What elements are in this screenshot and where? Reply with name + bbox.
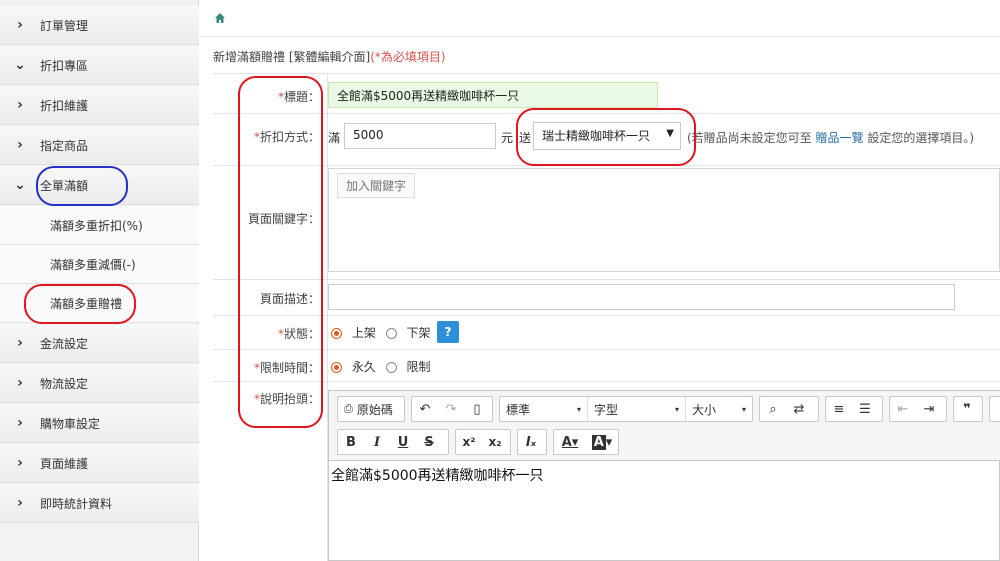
- style-group: B I U S: [337, 429, 449, 455]
- sidebar-subitem-multi-discount[interactable]: 滿額多重折扣(%): [0, 206, 199, 245]
- page-title: 新增滿額贈禮 [繁體編輯介面](*為必填項目): [213, 50, 446, 64]
- replace-icon[interactable]: ⇄: [786, 397, 812, 421]
- chevron-right-icon: ›: [17, 495, 23, 511]
- sidebar-subitem-multi-reduce[interactable]: 滿額多重減價(-): [0, 245, 199, 284]
- annotation-highlight: [238, 76, 323, 428]
- indent-icon[interactable]: ⇥: [916, 397, 942, 421]
- sidebar-item-label: 折扣專區: [40, 58, 89, 73]
- sidebar-item-label: 指定商品: [40, 138, 89, 153]
- chevron-right-icon: ›: [17, 415, 23, 431]
- sidebar-item-pages[interactable]: › 頁面維護: [0, 444, 199, 483]
- sidebar-item-label: 訂單管理: [40, 18, 89, 33]
- list-group: ≡ ☰: [825, 396, 883, 422]
- title-input[interactable]: 全館滿$5000再送精緻咖啡杯一只: [328, 82, 658, 108]
- sidebar-item-label: 物流設定: [40, 376, 89, 391]
- source-icon: ⎙: [344, 402, 353, 415]
- sidebar-item-label: 折扣維護: [40, 98, 89, 113]
- redo-icon[interactable]: ↷: [438, 397, 464, 421]
- find-group: ⌕ ⇄: [759, 396, 819, 422]
- annotation-highlight: [24, 284, 136, 324]
- annotation-highlight: [516, 108, 696, 166]
- gift-list-link[interactable]: 贈品一覽: [816, 131, 864, 145]
- sidebar-item-label: 即時統計資料: [40, 496, 113, 511]
- annotation-highlight: [36, 166, 128, 206]
- bold-icon[interactable]: B: [338, 430, 364, 454]
- script-group: x² x₂: [455, 429, 511, 455]
- bulleted-list-icon[interactable]: ☰: [852, 397, 878, 421]
- chevron-right-icon: ›: [17, 335, 23, 351]
- sidebar-item-cart[interactable]: › 購物車設定: [0, 404, 199, 443]
- numbered-list-icon[interactable]: ≡: [826, 397, 852, 421]
- rich-text-editor: ⎙ 原始碼 ↶ ↷ ▯ 標準 ▾ 字型 ▾ 大小 ▾ ⌕ ⇄ ≡ ☰ ⇤ ⇥ ❞…: [328, 390, 1000, 561]
- chevron-right-icon: ›: [17, 375, 23, 391]
- text-color-icon[interactable]: A▾: [554, 430, 586, 454]
- size-select[interactable]: 大小 ▾: [686, 397, 752, 421]
- help-button[interactable]: ?: [437, 321, 459, 343]
- amount-input[interactable]: 5000: [344, 123, 496, 149]
- clipboard-icon[interactable]: ▯: [464, 397, 490, 421]
- chevron-right-icon: ›: [17, 455, 23, 471]
- subscript-icon[interactable]: x₂: [482, 430, 508, 454]
- chevron-right-icon: ›: [17, 17, 23, 33]
- format-group: 標準 ▾ 字型 ▾ 大小 ▾: [499, 396, 753, 422]
- blockquote-button[interactable]: ❞: [953, 396, 983, 422]
- editor-content[interactable]: 全館滿$5000再送精緻咖啡杯一只: [331, 465, 544, 485]
- indent-group: ⇤ ⇥: [889, 396, 947, 422]
- source-button[interactable]: ⎙ 原始碼: [337, 396, 405, 422]
- time-limited-radio[interactable]: [385, 362, 397, 373]
- chevron-right-icon: ›: [17, 97, 23, 113]
- time-radios: 永久 限制: [331, 358, 431, 375]
- chevron-down-icon: ⌄: [14, 177, 26, 193]
- outdent-icon[interactable]: ⇤: [890, 397, 916, 421]
- status-on-radio[interactable]: [331, 328, 342, 339]
- sidebar-item-stats[interactable]: › 即時統計資料: [0, 484, 199, 523]
- color-group: A▾ A ▾: [553, 429, 619, 455]
- sidebar-item-discount-zone[interactable]: ⌄ 折扣專區: [0, 46, 199, 85]
- desc-input[interactable]: [328, 284, 955, 310]
- keyword-input[interactable]: 加入關鍵字: [337, 173, 416, 198]
- bg-color-icon[interactable]: A ▾: [586, 430, 618, 454]
- full-prefix: 滿: [328, 131, 341, 145]
- sidebar-item-orders[interactable]: › 訂單管理: [0, 6, 199, 45]
- sidebar-item-label: 購物車設定: [40, 416, 101, 431]
- chevron-down-icon: ⌄: [14, 57, 26, 73]
- sidebar-item-discount-maint[interactable]: › 折扣維護: [0, 86, 199, 125]
- clear-format-button[interactable]: Iₓ: [517, 429, 547, 455]
- time-forever-radio[interactable]: [331, 362, 342, 373]
- sidebar-item-payment[interactable]: › 金流設定: [0, 324, 199, 363]
- sidebar-item-label: 頁面維護: [40, 456, 89, 471]
- quote-icon: ❞: [963, 401, 971, 417]
- gift-hint: (若贈品尚未設定您可至 贈品一覽 設定您的選擇項目。): [687, 131, 975, 145]
- divider: [201, 36, 1000, 37]
- font-select[interactable]: 字型 ▾: [588, 397, 686, 421]
- format-select[interactable]: 標準 ▾: [500, 397, 588, 421]
- history-group: ↶ ↷ ▯: [411, 396, 493, 422]
- unit-label: 元: [501, 131, 514, 145]
- underline-icon[interactable]: U: [390, 430, 416, 454]
- search-icon[interactable]: ⌕: [760, 397, 786, 421]
- editor-toolbar: ⎙ 原始碼 ↶ ↷ ▯ 標準 ▾ 字型 ▾ 大小 ▾ ⌕ ⇄ ≡ ☰ ⇤ ⇥ ❞…: [329, 391, 1000, 461]
- superscript-icon[interactable]: x²: [456, 430, 482, 454]
- status-off-radio[interactable]: [385, 328, 397, 339]
- more-group: [989, 396, 1000, 422]
- strikethrough-icon[interactable]: S: [416, 430, 442, 454]
- clear-format-icon: Iₓ: [525, 434, 537, 450]
- italic-icon[interactable]: I: [364, 430, 390, 454]
- sidebar-item-label: 金流設定: [40, 336, 89, 351]
- undo-icon[interactable]: ↶: [412, 397, 438, 421]
- status-radios: 上架 下架: [331, 324, 431, 341]
- chevron-right-icon: ›: [17, 137, 23, 153]
- sidebar-item-specified-products[interactable]: › 指定商品: [0, 126, 199, 165]
- keyword-box[interactable]: 加入關鍵字: [328, 168, 1000, 272]
- sidebar: › 訂單管理 ⌄ 折扣專區 › 折扣維護 › 指定商品 ⌄ 全單滿額 滿額多重折…: [0, 0, 199, 561]
- home-icon[interactable]: [214, 12, 226, 24]
- sidebar-item-logistics[interactable]: › 物流設定: [0, 364, 199, 403]
